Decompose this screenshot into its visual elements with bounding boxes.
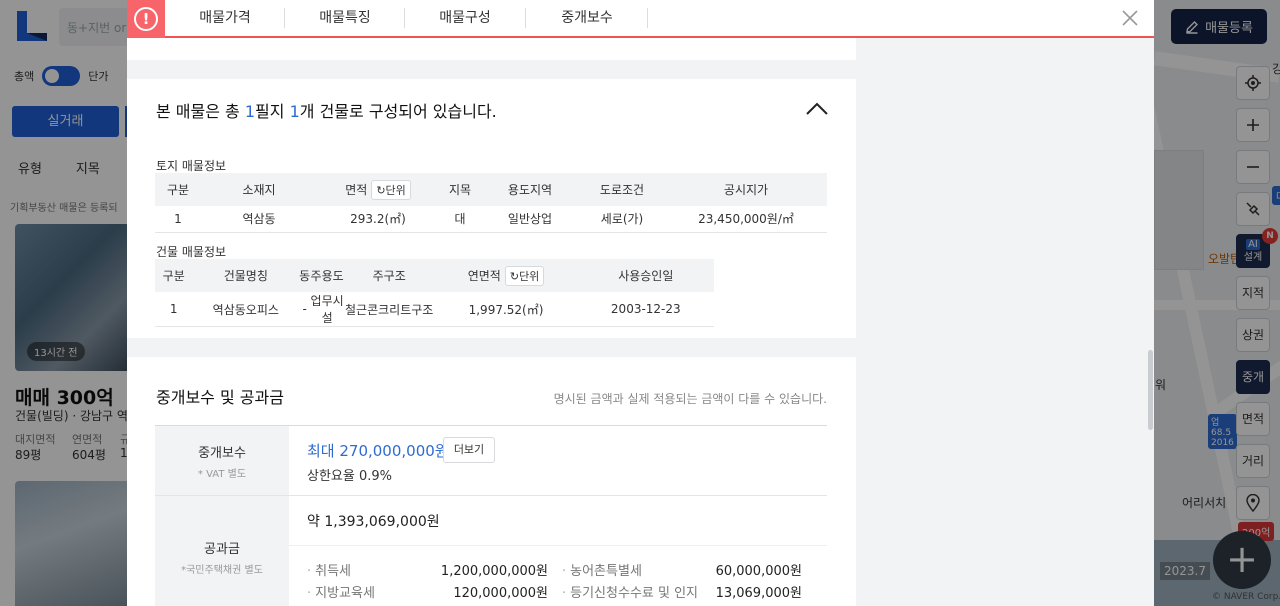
- building-col-approval-date: 사용승인일: [577, 259, 714, 292]
- land-cell-area: 293.2(㎡): [317, 206, 439, 233]
- brokerage-more-button[interactable]: 더보기: [443, 437, 495, 463]
- tax-item-acquisition-value: 1,200,000,000원: [440, 564, 548, 579]
- building-header-row: 구분 건물명칭 동 주용도 주구조 연면적 ↻단위 사용승인일: [155, 259, 827, 292]
- building-info-label: 건물 매물정보: [156, 245, 227, 259]
- composition-section: 본 매물은 총 1필지 1개 건물로 구성되어 있습니다. 토지 매물정보 구분…: [127, 79, 856, 338]
- table-row: 1 역삼동오피스 - 업무시설 철근콘크리트구조 1,997.52(㎡) 200…: [155, 292, 827, 327]
- land-col-area: 면적 ↻단위: [317, 173, 439, 206]
- land-info-label: 토지 매물정보: [156, 159, 227, 173]
- tab-separator: [647, 8, 648, 28]
- building-col-structure: 주구조: [344, 259, 435, 292]
- tax-item-registration-label: 등기신청수수료 및 인지: [562, 582, 698, 601]
- land-cell-gubun: 1: [155, 206, 201, 233]
- fee-section-title: 중개보수 및 공과금: [156, 388, 284, 407]
- collapse-chevron-up-icon[interactable]: [805, 99, 829, 119]
- land-info-table: 구분 소재지 면적 ↻단위 지목 용도지역 도로조건 공시지가 1 역삼동 293…: [155, 173, 827, 233]
- land-col-price: 공시지가: [665, 173, 827, 206]
- building-cell-usage: 업무시설: [310, 292, 345, 327]
- land-col-location: 소재지: [201, 173, 317, 206]
- land-header-row: 구분 소재지 면적 ↻단위 지목 용도지역 도로조건 공시지가: [155, 173, 827, 206]
- land-cell-price: 23,450,000원/㎡: [665, 206, 827, 233]
- building-unit-toggle-button[interactable]: ↻단위: [504, 265, 545, 286]
- building-cell-structure: 철근콘크리트구조: [344, 292, 435, 327]
- close-icon[interactable]: [1120, 8, 1140, 28]
- listing-detail-modal: 본 매물은 총 1필지 1개 건물로 구성되어 있습니다. 토지 매물정보 구분…: [127, 0, 1154, 606]
- composition-title: 본 매물은 총 1필지 1개 건물로 구성되어 있습니다.: [156, 102, 497, 121]
- land-cell-zoning: 일반상업: [481, 206, 579, 233]
- dim-overlay-right[interactable]: [1154, 0, 1280, 606]
- divider: [289, 425, 827, 426]
- tab-price[interactable]: 매물가격: [165, 0, 285, 36]
- tab-features[interactable]: 매물특징: [285, 0, 405, 36]
- building-cell-dong: -: [299, 292, 311, 327]
- previous-section-tail: [127, 38, 856, 60]
- modal-tab-bar: ! 매물가격 매물특징 매물구성 중개보수: [127, 0, 1154, 38]
- tax-item-education-value: 120,000,000원: [453, 586, 548, 601]
- divider: [289, 495, 827, 496]
- tab-brokerage[interactable]: 중개보수: [526, 0, 648, 36]
- building-cell-floor-area: 1,997.52(㎡): [434, 292, 578, 327]
- brokerage-label: 중개보수: [198, 446, 246, 461]
- building-info-table: 구분 건물명칭 동 주용도 주구조 연면적 ↻단위 사용승인일 1 역삼동오피스 …: [155, 259, 827, 327]
- tax-label-cell: 공과금 *국민주택채권 별도: [155, 495, 289, 606]
- tax-item-rural-value: 60,000,000원: [715, 564, 802, 579]
- land-col-road: 도로조건: [579, 173, 665, 206]
- brokerage-label-cell: 중개보수 * VAT 별도: [155, 425, 289, 495]
- land-cell-jimok: 대: [439, 206, 481, 233]
- land-unit-toggle-button[interactable]: ↻단위: [371, 179, 411, 200]
- tab-composition[interactable]: 매물구성: [405, 0, 525, 36]
- alert-indicator[interactable]: !: [127, 0, 165, 38]
- building-col-name: 건물명칭: [192, 259, 300, 292]
- divider: [289, 545, 827, 546]
- tax-bond-note: *국민주택채권 별도: [181, 565, 263, 576]
- tax-item-acquisition-label: 취득세: [307, 560, 351, 579]
- tax-total-amount: 약 1,393,069,000원: [307, 514, 440, 530]
- modal-scrollbar[interactable]: [1148, 350, 1153, 430]
- tax-item-registration-value: 13,069,000원: [715, 586, 802, 601]
- tax-item-education-label: 지방교육세: [307, 582, 375, 601]
- dim-overlay-left[interactable]: [0, 0, 127, 606]
- building-cell-gubun: 1: [155, 292, 193, 327]
- brokerage-vat-note: * VAT 별도: [197, 469, 247, 480]
- building-cell-name: 역삼동오피스: [192, 292, 300, 327]
- brokerage-rate: 상한요율 0.9%: [307, 469, 392, 484]
- building-col-dong: 동: [299, 259, 311, 292]
- land-cell-location: 역삼동: [201, 206, 317, 233]
- land-col-gubun: 구분: [155, 173, 201, 206]
- exclamation-icon: !: [134, 7, 158, 31]
- land-col-zoning: 용도지역: [481, 173, 579, 206]
- land-cell-road: 세로(가): [579, 206, 665, 233]
- land-col-jimok: 지목: [439, 173, 481, 206]
- building-col-usage: 주용도: [310, 259, 345, 292]
- building-cell-approval-date: 2003-12-23: [577, 292, 714, 327]
- building-col-gubun: 구분: [155, 259, 193, 292]
- tax-item-rural-label: 농어촌특별세: [562, 560, 642, 579]
- tax-label: 공과금: [204, 542, 240, 557]
- brokerage-max-amount: 최대 270,000,000원: [307, 442, 449, 460]
- building-col-floor-area: 연면적 ↻단위: [434, 259, 578, 292]
- table-row: 1 역삼동 293.2(㎡) 대 일반상업 세로(가) 23,450,000원/…: [155, 206, 827, 233]
- fee-disclaimer: 명시된 금액과 실제 적용되는 금액이 다를 수 있습니다.: [553, 392, 827, 406]
